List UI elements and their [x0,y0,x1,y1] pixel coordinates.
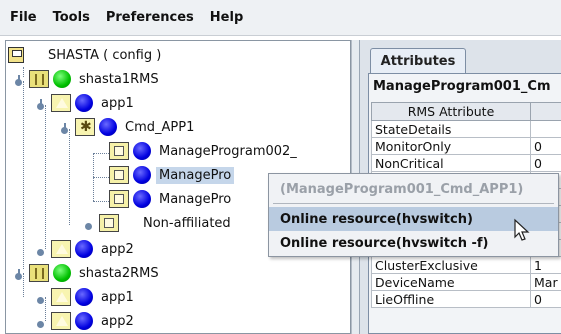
menu-help[interactable]: Help [208,8,245,27]
tree-expand-handle[interactable] [36,98,45,110]
attribute-value-cell: Mar [530,274,561,291]
tree-expand-handle[interactable] [36,293,45,304]
tree-node-app2-2[interactable]: app2 [36,309,134,333]
table-row[interactable]: LieOffline 0 [371,291,561,308]
attribute-value-cell: 0 [530,291,561,308]
status-online-icon [53,70,71,88]
menu-file[interactable]: File [8,8,39,27]
tree-node-label: ManagePro [159,191,232,207]
status-online-icon [53,264,71,282]
attribute-name-cell: NonCritical [371,155,531,172]
status-icon [133,190,151,208]
status-icon [75,240,93,258]
tree-node-label: app2 [101,241,134,257]
app-icon [51,94,71,112]
tree-expand-handle[interactable] [60,122,69,134]
server-icon [29,70,49,88]
menu-preferences[interactable]: Preferences [104,8,196,27]
table-row[interactable]: DeviceName Mar [371,274,561,291]
table-row[interactable]: ClusterExclusive 1 [371,257,561,274]
app-icon [51,312,71,330]
resource-icon [109,166,129,184]
resource-icon [109,190,129,208]
attribute-value-cell [530,121,561,138]
cmd-icon: ✱ [75,118,95,136]
tree-expand-handle[interactable] [14,74,23,86]
status-icon [75,312,93,330]
tree-root-label: SHASTA ( config ) [48,47,162,63]
tree-expand-handle[interactable] [36,317,45,328]
tree-connector [93,201,109,202]
tree-node-app1[interactable]: app1 [36,91,134,115]
attribute-name-cell: LieOffline [371,291,531,308]
resource-icon [109,142,129,160]
tree-expand-handle[interactable] [36,245,45,256]
tree-node-label: app1 [101,95,134,111]
tree-connector [93,153,109,154]
context-menu: (ManageProgram001_Cmd_APP1) Online resou… [268,173,559,257]
attribute-value-cell: 0 [530,138,561,155]
tree-connector [23,81,24,269]
menu-tools[interactable]: Tools [51,8,92,27]
tree-node-cmd-app1[interactable]: ✱ Cmd_APP1 [60,115,194,139]
resource-icon [99,214,119,232]
tree-node-label-selected: ManagePro [156,166,235,184]
attribute-name-cell: DeviceName [371,274,531,291]
table-header: RMS Attribute [371,102,561,121]
status-icon [75,288,93,306]
tree-node-shasta1rms[interactable]: shasta1RMS [14,67,159,91]
column-header-value[interactable] [530,102,561,121]
tab-attributes[interactable]: Attributes [370,48,466,74]
tree-node-label: app2 [101,313,134,329]
tree-node-shasta2rms[interactable]: shasta2RMS [14,261,159,285]
table-row[interactable]: StateDetails [371,121,561,138]
tree-node-label: ManageProgram002_ [159,143,297,159]
status-icon [133,142,151,160]
app-icon [51,240,71,258]
attribute-value-cell: 1 [530,257,561,274]
tree-expand-handle[interactable] [14,268,23,280]
column-header-attribute[interactable]: RMS Attribute [371,102,531,121]
tree-node-app1-2[interactable]: app1 [36,285,134,309]
drive-icon [8,47,24,63]
tree-node-manageprogram002[interactable]: ManageProgram002_ [109,139,297,163]
attribute-name-cell: MonitorOnly [371,138,531,155]
tree-connector [69,129,70,225]
menu-bar: File Tools Preferences Help [0,0,561,36]
tree-node-label: Non-affiliated [143,215,231,231]
status-icon [99,118,117,136]
tree-node-label: shasta2RMS [79,265,159,281]
table-row[interactable]: MonitorOnly 0 [371,138,561,155]
tree-node-non-affiliated[interactable]: Non-affiliated [84,211,231,235]
status-icon [133,166,151,184]
attribute-name-cell: ClusterExclusive [371,257,531,274]
attribute-name-cell: StateDetails [371,121,531,138]
context-menu-header: (ManageProgram001_Cmd_APP1) [280,181,524,197]
resource-title: ManageProgram001_Cm [373,79,551,94]
app-icon [51,288,71,306]
tree-node-label: shasta1RMS [79,71,159,87]
tree-node-label: app1 [101,289,134,305]
tree-node-manageprogram001[interactable]: ManagePro [109,163,235,187]
tree-connector [93,177,109,178]
tree-node-app2[interactable]: app2 [36,237,134,261]
mouse-cursor-icon [514,218,530,241]
tree-expand-handle[interactable] [84,219,93,230]
table-row[interactable]: NonCritical 0 [371,155,561,172]
tree-node-label: Cmd_APP1 [125,119,195,135]
attribute-value-cell: 0 [530,155,561,172]
tree-node-manageprogram003[interactable]: ManagePro [109,187,231,211]
tree-root[interactable]: SHASTA ( config ) [8,43,161,67]
server-icon [29,264,49,282]
tree-connector [45,105,46,249]
status-icon [75,94,93,112]
menu-separator [273,203,554,204]
